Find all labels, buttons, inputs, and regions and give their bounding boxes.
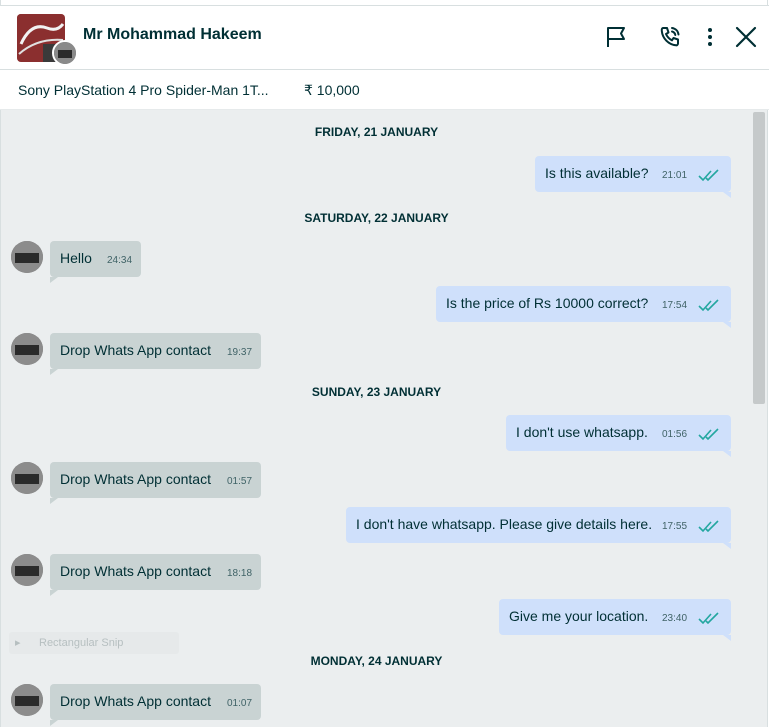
message-time: 17:55 <box>662 521 688 532</box>
snip-overlay: ▸ Rectangular Snip <box>9 632 179 654</box>
message-outgoing[interactable]: Is this available? 21:01 <box>535 156 731 198</box>
message-text: Give me your location. <box>509 608 649 624</box>
conversation-area[interactable]: FRIDAY, 21 JANUARY Is this available? 21… <box>1 110 752 727</box>
message-text: Hello <box>60 250 92 266</box>
seller-avatar <box>11 554 43 586</box>
message-incoming[interactable]: Hello 24:34 <box>50 241 141 283</box>
message-time: 01:57 <box>227 476 253 487</box>
message-text: Drop Whats App contact <box>60 563 211 579</box>
message-outgoing[interactable]: I don't have whatsapp. Please give detai… <box>346 507 731 549</box>
message-time: 01:07 <box>227 698 253 709</box>
message-time: 01:56 <box>662 429 688 440</box>
message-time: 17:54 <box>662 300 688 311</box>
message-text: I don't have whatsapp. Please give detai… <box>356 516 653 532</box>
date-separator: FRIDAY, 21 JANUARY <box>314 125 439 139</box>
seller-avatar <box>11 241 43 273</box>
message-outgoing[interactable]: Is the price of Rs 10000 correct? 17:54 <box>436 286 731 328</box>
message-outgoing[interactable]: Give me your location. 23:40 <box>499 599 731 641</box>
double-check-icon <box>698 169 719 182</box>
message-text: I don't use whatsapp. <box>516 424 648 440</box>
message-time: 23:40 <box>662 613 688 624</box>
message-incoming[interactable]: Drop Whats App contact 01:07 <box>50 684 261 726</box>
listing-price: ₹ 10,000 <box>304 82 360 98</box>
message-outgoing[interactable]: I don't use whatsapp. 01:56 <box>506 415 731 457</box>
listing-bar[interactable]: Sony PlayStation 4 Pro Spider-Man 1T... … <box>0 70 769 110</box>
double-check-icon <box>698 520 719 533</box>
seller-avatar <box>52 40 78 66</box>
double-check-icon <box>698 428 719 441</box>
double-check-icon <box>698 612 719 625</box>
close-icon[interactable] <box>733 24 759 50</box>
message-text: Drop Whats App contact <box>60 342 211 358</box>
message-text: Drop Whats App contact <box>60 471 211 487</box>
contact-name: Mr Mohammad Hakeem <box>83 26 262 43</box>
date-separator: MONDAY, 24 JANUARY <box>310 654 443 668</box>
scrollbar-thumb[interactable] <box>753 112 765 404</box>
more-vertical-icon[interactable] <box>697 24 723 50</box>
message-incoming[interactable]: Drop Whats App contact 01:57 <box>50 462 261 504</box>
message-time: 24:34 <box>107 255 133 266</box>
seller-avatar <box>11 684 43 716</box>
chat-header: Mr Mohammad Hakeem <box>0 5 769 70</box>
seller-avatar <box>11 462 43 494</box>
message-text: Is this available? <box>545 165 649 181</box>
message-time: 21:01 <box>662 170 688 181</box>
date-separator: SATURDAY, 22 JANUARY <box>304 211 449 225</box>
listing-title[interactable]: Sony PlayStation 4 Pro Spider-Man 1T... <box>18 82 269 98</box>
message-incoming[interactable]: Drop Whats App contact 18:18 <box>50 554 261 596</box>
message-time: 19:37 <box>227 347 253 358</box>
message-text: Is the price of Rs 10000 correct? <box>446 295 649 311</box>
date-separator: SUNDAY, 23 JANUARY <box>311 385 442 399</box>
message-time: 18:18 <box>227 568 253 579</box>
seller-avatar <box>11 333 43 365</box>
double-check-icon <box>698 299 719 312</box>
flag-icon[interactable] <box>603 24 629 50</box>
phone-call-icon[interactable] <box>657 24 683 50</box>
message-incoming[interactable]: Drop Whats App contact 19:37 <box>50 333 261 375</box>
message-text: Drop Whats App contact <box>60 693 211 709</box>
